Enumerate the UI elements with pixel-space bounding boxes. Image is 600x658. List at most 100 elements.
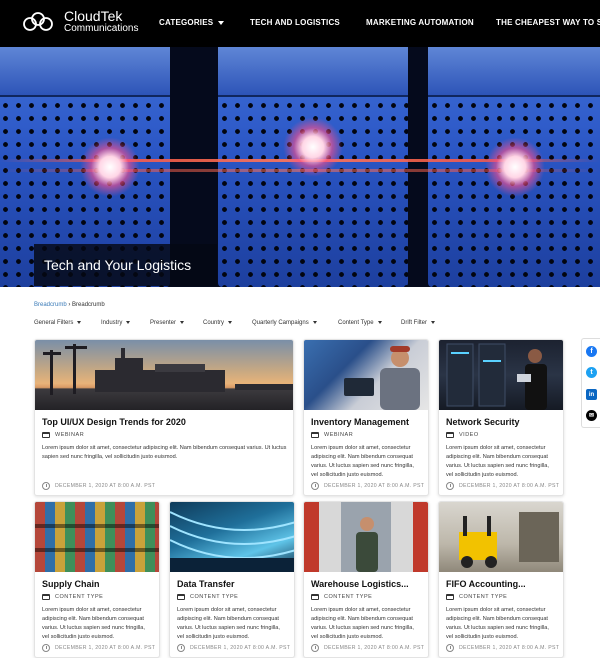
card-description: Lorem ipsum dolor sit amet, consectetur … xyxy=(42,445,287,460)
twitter-glyph: t xyxy=(590,369,593,376)
card-content-type: WEBINAR xyxy=(42,432,84,438)
email-glyph: ✉ xyxy=(588,413,595,419)
card-date: DECEMBER 1, 2020 AT 8:00 A.M. PST xyxy=(311,482,424,490)
filter-label: Content Type xyxy=(338,320,374,326)
filter-country[interactable]: Country xyxy=(203,320,233,326)
filter-industry[interactable]: Industry xyxy=(101,320,131,326)
filter-content-type[interactable]: Content Type xyxy=(338,320,382,326)
led-glow xyxy=(485,137,545,197)
nav-categories[interactable]: CATEGORIES xyxy=(159,18,225,27)
clock-icon xyxy=(446,644,454,652)
chevron-down-icon xyxy=(312,320,317,324)
social-share-bar: f t in ✉ xyxy=(581,338,600,428)
facebook-icon[interactable]: f xyxy=(586,346,597,357)
card-date-label: DECEMBER 1, 2020 AT 8:00 A.M. PST xyxy=(459,483,560,489)
card-description: Lorem ipsum dolor sit amet, consectetur … xyxy=(311,607,414,640)
chevron-down-icon xyxy=(228,320,233,324)
filter-label: Presenter xyxy=(150,320,177,326)
breadcrumb-link[interactable]: Breadcrumb xyxy=(34,302,67,308)
content-card[interactable]: Inventory Management WEBINAR Lorem ipsum… xyxy=(303,339,429,496)
clock-icon xyxy=(446,482,454,490)
card-content-type: CONTENT TYPE xyxy=(311,594,372,600)
linkedin-icon[interactable]: in xyxy=(586,389,597,400)
nav-marketing-automation[interactable]: MARKETING AUTOMATION xyxy=(366,18,474,27)
card-type-label: WEBINAR xyxy=(55,432,85,438)
twitter-icon[interactable]: t xyxy=(586,367,597,378)
clock-icon xyxy=(42,644,50,652)
nav-tech-and-logistics[interactable]: TECH AND LOGISTICS xyxy=(250,18,340,27)
filter-general[interactable]: General Filters xyxy=(34,320,82,326)
card-title[interactable]: Inventory Management xyxy=(311,417,409,427)
card-image-warehouse xyxy=(304,502,428,572)
card-date: DECEMBER 1, 2020 AT 8:00 A.M. PST xyxy=(177,644,290,652)
card-date: DECEMBER 1, 2020 AT 8:00 A.M. PST xyxy=(446,482,559,490)
filter-label: Quarterly Campaigns xyxy=(252,320,309,326)
chevron-down-icon xyxy=(180,320,185,324)
video-icon xyxy=(446,432,454,438)
filter-label: Industry xyxy=(101,320,123,326)
card-title[interactable]: Supply Chain xyxy=(42,579,100,589)
logo-subtitle: Communications xyxy=(64,22,139,34)
chevron-down-icon xyxy=(377,320,382,324)
filter-presenter[interactable]: Presenter xyxy=(150,320,185,326)
card-date-label: DECEMBER 1, 2020 AT 8:00 A.M. PST xyxy=(459,645,560,651)
filter-drift[interactable]: Drift Filter xyxy=(401,320,435,326)
content-card[interactable]: Warehouse Logistics... CONTENT TYPE Lore… xyxy=(303,501,429,658)
logo-name: CloudTek xyxy=(64,8,123,24)
card-type-label: CONTENT TYPE xyxy=(324,594,373,600)
card-image-port xyxy=(35,340,293,410)
card-type-label: CONTENT TYPE xyxy=(190,594,239,600)
card-description: Lorem ipsum dolor sit amet, consectetur … xyxy=(311,445,414,478)
card-description: Lorem ipsum dolor sit amet, consectetur … xyxy=(177,607,280,640)
content-card[interactable]: Top UI/UX Design Trends for 2020 WEBINAR… xyxy=(34,339,294,496)
card-type-label: WEBINAR xyxy=(324,432,354,438)
card-date: DECEMBER 1, 2020 AT 8:00 A.M. PST xyxy=(311,644,424,652)
card-image-inventory xyxy=(304,340,428,410)
card-date-label: DECEMBER 1, 2020 AT 8:00 A.M. PST xyxy=(55,483,156,489)
clock-icon xyxy=(177,644,185,652)
nav-label: TECH AND LOGISTICS xyxy=(250,18,340,27)
card-title[interactable]: Data Transfer xyxy=(177,579,235,589)
facebook-glyph: f xyxy=(590,348,593,355)
email-icon[interactable]: ✉ xyxy=(586,410,597,421)
card-description: Lorem ipsum dolor sit amet, consectetur … xyxy=(42,607,145,640)
card-title[interactable]: Warehouse Logistics... xyxy=(311,579,409,589)
nav-cheapest-way-to-ship[interactable]: THE CHEAPEST WAY TO SHIP xyxy=(496,18,600,27)
filter-quarterly-campaigns[interactable]: Quarterly Campaigns xyxy=(252,320,317,326)
filter-label: General Filters xyxy=(34,320,74,326)
calendar-icon xyxy=(446,594,454,600)
chevron-down-icon xyxy=(126,320,131,324)
card-title[interactable]: Top UI/UX Design Trends for 2020 xyxy=(42,417,186,427)
calendar-icon xyxy=(311,594,319,600)
logo[interactable]: CloudTek Communications xyxy=(22,9,138,34)
nav-label: THE CHEAPEST WAY TO SHIP xyxy=(496,18,600,27)
card-image-containers xyxy=(35,502,159,572)
card-content-type: CONTENT TYPE xyxy=(42,594,103,600)
card-content-type: VIDEO xyxy=(446,432,479,438)
content-card[interactable]: Supply Chain CONTENT TYPE Lorem ipsum do… xyxy=(34,501,160,658)
calendar-icon xyxy=(311,432,319,438)
content-card[interactable]: Network Security VIDEO Lorem ipsum dolor… xyxy=(438,339,564,496)
content-card[interactable]: FIFO Accounting... CONTENT TYPE Lorem ip… xyxy=(438,501,564,658)
hero-title: Tech and Your Logistics xyxy=(34,244,217,286)
content-card[interactable]: Data Transfer CONTENT TYPE Lorem ipsum d… xyxy=(169,501,295,658)
led-glow xyxy=(80,137,140,197)
card-content-type: WEBINAR xyxy=(311,432,353,438)
clock-icon xyxy=(42,482,50,490)
clock-icon xyxy=(311,482,319,490)
card-date-label: DECEMBER 1, 2020 AT 8:00 A.M. PST xyxy=(324,645,425,651)
calendar-icon xyxy=(177,594,185,600)
nav-label: MARKETING AUTOMATION xyxy=(366,18,474,27)
card-image-cables xyxy=(170,502,294,572)
card-description: Lorem ipsum dolor sit amet, consectetur … xyxy=(446,607,549,640)
card-title[interactable]: Network Security xyxy=(446,417,520,427)
card-title[interactable]: FIFO Accounting... xyxy=(446,579,526,589)
cloudtek-logo-icon xyxy=(23,11,53,31)
card-description: Lorem ipsum dolor sit amet, consectetur … xyxy=(446,445,549,478)
chevron-down-icon xyxy=(77,320,82,324)
chevron-down-icon xyxy=(218,20,225,25)
card-date-label: DECEMBER 1, 2020 AT 8:00 A.M. PST xyxy=(324,483,425,489)
card-image-server-room xyxy=(439,340,563,410)
card-image-forklift xyxy=(439,502,563,572)
linkedin-glyph: in xyxy=(588,391,595,398)
